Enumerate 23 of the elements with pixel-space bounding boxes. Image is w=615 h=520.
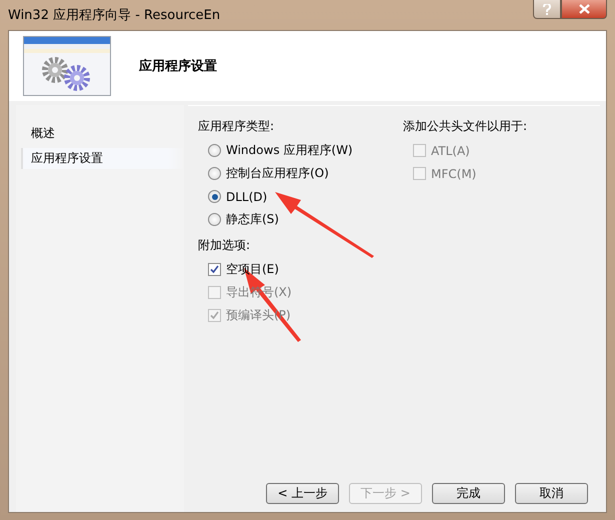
radio-option[interactable]: 静态库(S) bbox=[208, 210, 403, 229]
close-button[interactable] bbox=[561, 0, 607, 19]
radio-option[interactable]: 控制台应用程序(O) bbox=[208, 164, 403, 183]
close-icon bbox=[578, 4, 590, 14]
help-button[interactable] bbox=[533, 0, 561, 19]
radio-option[interactable]: DLL(D) bbox=[208, 187, 403, 206]
radio-option[interactable]: Windows 应用程序(W) bbox=[208, 141, 403, 160]
checkbox-option[interactable]: 空项目(E) bbox=[208, 260, 403, 279]
radio-button[interactable] bbox=[208, 144, 221, 157]
group-label: 应用程序类型: bbox=[198, 118, 276, 135]
page-title: 应用程序设置 bbox=[139, 58, 217, 75]
radio-button[interactable] bbox=[208, 167, 221, 180]
window-title: Win32 应用程序向导 - ResourceEn bbox=[8, 7, 220, 24]
checkbox[interactable] bbox=[208, 263, 221, 276]
group-label: 附加选项: bbox=[198, 237, 252, 254]
radio-button[interactable] bbox=[208, 213, 221, 226]
wizard-button[interactable]: < 上一步 bbox=[266, 483, 339, 504]
radio-button[interactable] bbox=[208, 190, 221, 203]
help-icon bbox=[543, 4, 551, 14]
wizard-button[interactable]: 完成 bbox=[432, 483, 505, 504]
sidebar-item[interactable]: 概述 bbox=[21, 123, 184, 144]
wizard-button[interactable]: 取消 bbox=[515, 483, 588, 504]
group-label: 添加公共头文件以用于: bbox=[403, 118, 528, 135]
